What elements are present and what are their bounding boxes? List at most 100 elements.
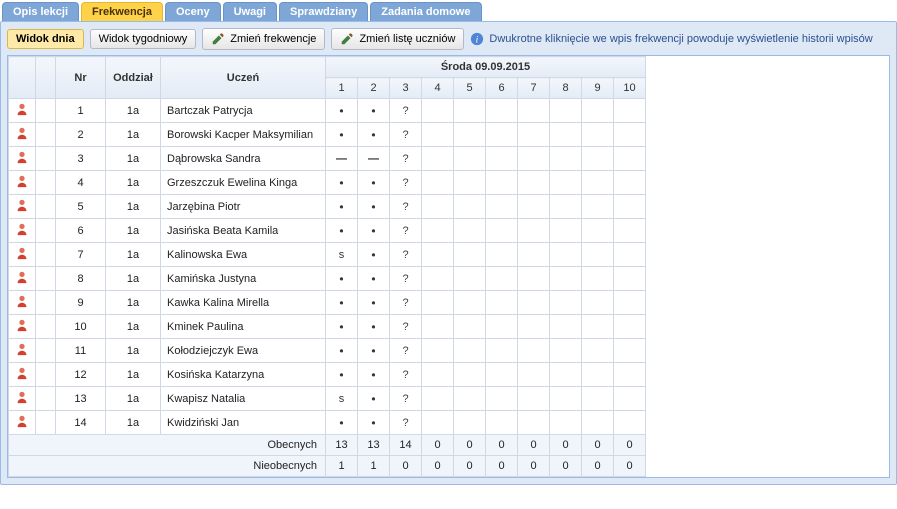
attendance-cell[interactable] [550, 363, 582, 387]
attendance-cell[interactable] [326, 171, 358, 195]
attendance-cell[interactable] [422, 147, 454, 171]
student-name-cell[interactable]: Dąbrowska Sandra [161, 147, 326, 171]
attendance-cell[interactable] [518, 219, 550, 243]
attendance-cell[interactable] [550, 411, 582, 435]
attendance-cell[interactable] [518, 411, 550, 435]
attendance-cell[interactable] [454, 123, 486, 147]
attendance-cell[interactable] [358, 123, 390, 147]
student-name-cell[interactable]: Kalinowska Ewa [161, 243, 326, 267]
attendance-cell[interactable] [486, 195, 518, 219]
col-period-5[interactable]: 5 [454, 78, 486, 99]
attendance-cell[interactable] [454, 219, 486, 243]
student-name-cell[interactable]: Bartczak Patrycja [161, 99, 326, 123]
attendance-cell[interactable] [326, 99, 358, 123]
attendance-cell[interactable] [454, 411, 486, 435]
attendance-cell[interactable]: ? [390, 243, 422, 267]
student-name-cell[interactable]: Borowski Kacper Maksymilian [161, 123, 326, 147]
col-period-3[interactable]: 3 [390, 78, 422, 99]
attendance-cell[interactable] [358, 363, 390, 387]
attendance-cell[interactable] [550, 195, 582, 219]
attendance-cell[interactable] [582, 267, 614, 291]
attendance-cell[interactable] [582, 219, 614, 243]
attendance-cell[interactable] [422, 243, 454, 267]
attendance-cell[interactable] [358, 99, 390, 123]
attendance-cell[interactable] [358, 291, 390, 315]
student-name-cell[interactable]: Kawka Kalina Mirella [161, 291, 326, 315]
attendance-cell[interactable] [614, 387, 646, 411]
attendance-cell[interactable] [326, 195, 358, 219]
attendance-cell[interactable] [454, 171, 486, 195]
attendance-cell[interactable]: ? [390, 267, 422, 291]
attendance-cell[interactable] [550, 123, 582, 147]
student-name-cell[interactable]: Kołodziejczyk Ewa [161, 339, 326, 363]
col-student[interactable]: Uczeń [161, 57, 326, 99]
attendance-cell[interactable] [486, 171, 518, 195]
attendance-cell[interactable] [550, 243, 582, 267]
col-period-4[interactable]: 4 [422, 78, 454, 99]
attendance-cell[interactable] [454, 291, 486, 315]
attendance-cell[interactable] [422, 339, 454, 363]
attendance-cell[interactable] [326, 363, 358, 387]
attendance-cell[interactable] [454, 195, 486, 219]
attendance-cell[interactable] [614, 219, 646, 243]
attendance-cell[interactable] [422, 315, 454, 339]
attendance-cell[interactable] [550, 387, 582, 411]
attendance-cell[interactable] [358, 315, 390, 339]
attendance-cell[interactable] [454, 387, 486, 411]
attendance-cell[interactable] [614, 291, 646, 315]
attendance-cell[interactable]: ? [390, 219, 422, 243]
attendance-cell[interactable] [422, 387, 454, 411]
attendance-cell[interactable] [614, 315, 646, 339]
student-name-cell[interactable]: Kamińska Justyna [161, 267, 326, 291]
attendance-cell[interactable] [486, 267, 518, 291]
attendance-cell[interactable] [582, 243, 614, 267]
change-attendance-button[interactable]: Zmień frekwencje [202, 28, 325, 50]
attendance-cell[interactable] [550, 147, 582, 171]
attendance-cell[interactable] [486, 123, 518, 147]
attendance-cell[interactable] [518, 339, 550, 363]
tab-oceny[interactable]: Oceny [165, 2, 221, 21]
attendance-cell[interactable] [422, 363, 454, 387]
attendance-cell[interactable] [518, 99, 550, 123]
student-name-cell[interactable]: Kwidziński Jan [161, 411, 326, 435]
attendance-cell[interactable] [518, 243, 550, 267]
attendance-cell[interactable] [582, 339, 614, 363]
attendance-cell[interactable] [454, 147, 486, 171]
attendance-cell[interactable] [518, 123, 550, 147]
attendance-cell[interactable] [614, 411, 646, 435]
attendance-cell[interactable] [614, 147, 646, 171]
attendance-cell[interactable] [486, 339, 518, 363]
attendance-cell[interactable] [358, 195, 390, 219]
attendance-cell[interactable] [582, 195, 614, 219]
attendance-cell[interactable] [518, 147, 550, 171]
attendance-cell[interactable]: ? [390, 99, 422, 123]
col-period-1[interactable]: 1 [326, 78, 358, 99]
attendance-cell[interactable] [582, 147, 614, 171]
attendance-cell[interactable] [518, 387, 550, 411]
attendance-cell[interactable] [582, 123, 614, 147]
attendance-cell[interactable]: ? [390, 291, 422, 315]
attendance-cell[interactable] [422, 195, 454, 219]
attendance-cell[interactable] [454, 243, 486, 267]
attendance-cell[interactable] [582, 291, 614, 315]
attendance-cell[interactable] [358, 219, 390, 243]
attendance-cell[interactable]: ? [390, 387, 422, 411]
attendance-cell[interactable] [358, 387, 390, 411]
attendance-cell[interactable] [326, 387, 358, 411]
attendance-cell[interactable] [454, 99, 486, 123]
attendance-cell[interactable] [326, 339, 358, 363]
attendance-cell[interactable] [486, 99, 518, 123]
attendance-cell[interactable] [422, 99, 454, 123]
attendance-cell[interactable] [614, 363, 646, 387]
attendance-cell[interactable] [550, 171, 582, 195]
attendance-cell[interactable] [518, 171, 550, 195]
attendance-cell[interactable] [550, 291, 582, 315]
attendance-cell[interactable] [358, 147, 390, 171]
attendance-cell[interactable]: ? [390, 195, 422, 219]
attendance-cell[interactable] [326, 147, 358, 171]
student-name-cell[interactable]: Jarzębina Piotr [161, 195, 326, 219]
attendance-cell[interactable] [614, 267, 646, 291]
attendance-cell[interactable] [582, 387, 614, 411]
student-name-cell[interactable]: Kminek Paulina [161, 315, 326, 339]
attendance-cell[interactable] [422, 219, 454, 243]
